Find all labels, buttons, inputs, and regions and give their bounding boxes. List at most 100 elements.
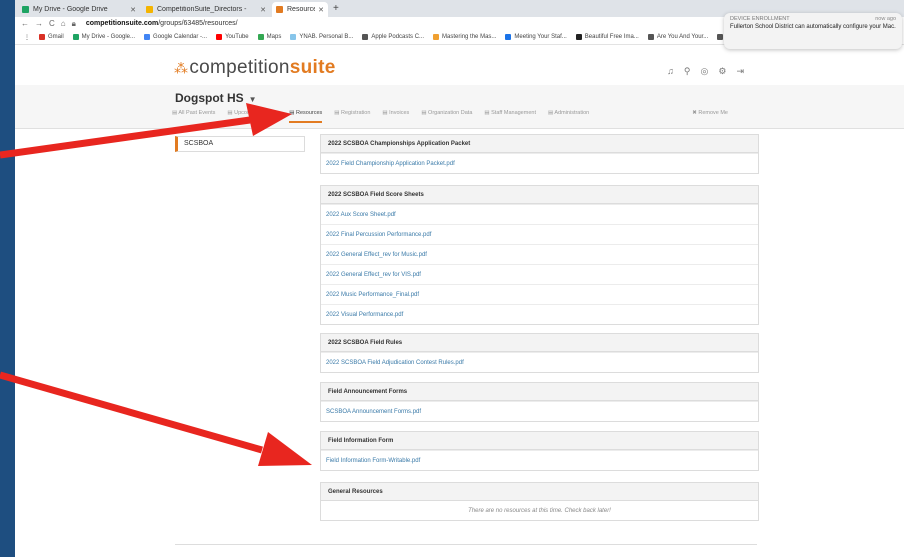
help-icon[interactable]: ◎: [701, 66, 719, 76]
bookmark-label: Maps: [266, 34, 282, 40]
bookmark-label: Beautiful Free Ima...: [584, 34, 639, 40]
bookmark-item[interactable]: Are You And Your...: [647, 34, 709, 40]
resource-link[interactable]: 2022 SCSBOA Field Adjudication Contest R…: [321, 352, 758, 372]
bookmark-item[interactable]: Beautiful Free Ima...: [575, 34, 639, 40]
logo-dots-icon: ⁂: [174, 60, 189, 76]
resource-section: General Resources There are no resources …: [320, 482, 759, 521]
resource-section: Field Announcement Forms SCSBOA Announcem…: [320, 382, 759, 422]
logo-text-bold: suite: [289, 57, 336, 78]
header-icons: ♫⚲◎⚙⇥: [667, 66, 754, 77]
resource-link[interactable]: 2022 Music Performance_Final.pdf: [321, 284, 758, 304]
notification-popup[interactable]: DEVICE ENROLLMENT now ago Fullerton Scho…: [724, 13, 902, 49]
resource-link[interactable]: 2022 Field Championship Application Pack…: [321, 153, 758, 173]
menu-item-label: Upcoming Events: [234, 110, 278, 116]
bookmark-item[interactable]: Gmail: [39, 34, 64, 40]
org-name: Dogspot HS: [175, 91, 244, 105]
resource-link[interactable]: SCSBOA Announcement Forms.pdf: [321, 401, 758, 421]
resource-link[interactable]: Field Information Form-Writable.pdf: [321, 450, 758, 470]
bookmark-icon: [505, 34, 512, 40]
logo-text: competition: [189, 57, 290, 78]
browser-tab-resources[interactable]: Resources - CompetitionSuite ✕: [272, 2, 328, 17]
notification-title: DEVICE ENROLLMENT: [730, 16, 790, 22]
menu-item-upcoming-events[interactable]: ▤ Upcoming Events: [227, 110, 277, 123]
drive-icon: [22, 6, 29, 13]
browser-window: My Drive - Google Drive ✕ CompetitionSui…: [15, 0, 904, 557]
menu-item-administration[interactable]: ▤ Administration: [548, 110, 589, 123]
gear-icon[interactable]: ⚙: [718, 66, 736, 76]
menu-item-staff-management[interactable]: ▤ Staff Management: [484, 110, 536, 123]
bookmark-item[interactable]: Meeting Your Staf...: [505, 34, 567, 40]
music-icon[interactable]: ♫: [667, 66, 684, 76]
bookmark-label: YNAB. Personal B...: [299, 34, 354, 40]
empty-message: There are no resources at this time. Che…: [468, 507, 611, 514]
apps-grid-icon[interactable]: ⋮: [24, 34, 30, 41]
bookmark-icon: [362, 34, 369, 40]
bookmark-item[interactable]: My Drive - Google...: [72, 34, 135, 40]
resource-link[interactable]: 2022 Aux Score Sheet.pdf: [321, 204, 758, 224]
org-selector[interactable]: Dogspot HS ▼: [175, 91, 257, 105]
bookmark-label: YouTube: [225, 34, 249, 40]
bookmark-icon: [290, 34, 297, 40]
close-icon[interactable]: ✕: [260, 6, 266, 14]
list-icon: ▤: [289, 110, 296, 116]
bookmark-item[interactable]: YNAB. Personal B...: [290, 34, 353, 40]
resource-link[interactable]: 2022 General Effect_rev for Music.pdf: [321, 244, 758, 264]
bookmark-item[interactable]: Apple Podcasts C...: [362, 34, 424, 40]
resource-link[interactable]: 2022 Visual Performance.pdf: [321, 304, 758, 324]
bookmark-icon: [257, 34, 264, 40]
section-title: 2022 SCSBOA Field Rules: [321, 334, 758, 352]
resource-section: 2022 SCSBOA Championships Application Pa…: [320, 134, 759, 174]
menu-item-resources[interactable]: ▤ Resources: [289, 110, 323, 123]
menu-item-invoices[interactable]: ▤ Invoices: [382, 110, 409, 123]
main-menu: ▤ All Past Events ▤ Upcoming Events ▤ Reso…: [172, 110, 589, 123]
bookmark-item[interactable]: Mastering the Mas...: [433, 34, 496, 40]
close-icon[interactable]: ✕: [318, 6, 324, 14]
competitionsuite-icon: [276, 6, 283, 13]
bookmark-item[interactable]: YouTube: [216, 34, 249, 40]
bookmark-icon: [717, 34, 724, 40]
bookmark-icon: [433, 34, 440, 40]
menu-item-all-past-events[interactable]: ▤ All Past Events: [172, 110, 215, 123]
resource-link[interactable]: 2022 General Effect_rev for VIS.pdf: [321, 264, 758, 284]
reminder-link[interactable]: ✖ Remove Me: [692, 110, 728, 116]
menu-item-registration[interactable]: ▤ Registration: [334, 110, 370, 123]
back-icon[interactable]: ←: [21, 19, 29, 28]
tab-label: My Drive - Google Drive: [33, 6, 108, 13]
bookmark-icon: [647, 34, 654, 40]
bookmark-item[interactable]: Google Calendar -...: [144, 34, 207, 40]
section-title: Field Announcement Forms: [321, 383, 758, 401]
menu-item-label: Invoices: [389, 110, 410, 116]
forward-icon[interactable]: →: [35, 19, 43, 28]
resource-section: Field Information Form Field Information …: [320, 431, 759, 471]
address-bar[interactable]: competitionsuite.com/groups/63485/resour…: [86, 20, 238, 27]
menu-item-organization-data[interactable]: ▤ Organization Data: [421, 110, 472, 123]
bookmark-item[interactable]: Maps: [257, 34, 282, 40]
bookmark-label: Are You And Your...: [656, 34, 709, 40]
notification-time: now ago: [875, 16, 896, 22]
resource-link[interactable]: 2022 Final Percussion Performance.pdf: [321, 224, 758, 244]
bookmark-label: Gmail: [48, 34, 64, 40]
url-domain: competitionsuite.com: [85, 20, 159, 27]
bookmark-icon: [72, 34, 79, 40]
logout-icon[interactable]: ⇥: [736, 66, 754, 76]
resource-section: 2022 SCSBOA Field Score Sheets 2022 Aux S…: [320, 185, 759, 325]
browser-tab-drive[interactable]: My Drive - Google Drive ✕: [18, 2, 140, 17]
bookmark-label: Google Calendar -...: [153, 34, 208, 40]
menu-item-label: All Past Events: [178, 110, 216, 116]
chevron-down-icon: ▼: [248, 95, 257, 104]
new-tab-icon[interactable]: +: [333, 3, 339, 14]
sidebar-item-scsboa[interactable]: SCSBOA: [175, 136, 305, 152]
close-icon[interactable]: ✕: [130, 6, 136, 14]
competitionsuite-logo[interactable]: ⁂competitionsuite: [174, 57, 336, 79]
bookmark-label: Apple Podcasts C...: [371, 34, 425, 40]
browser-tab-sheet[interactable]: CompetitionSuite_Directors - ✕: [142, 2, 270, 17]
reload-icon[interactable]: C: [49, 19, 55, 28]
home-icon[interactable]: ⌂: [61, 19, 66, 28]
resource-section: 2022 SCSBOA Field Rules 2022 SCSBOA Field…: [320, 333, 759, 373]
section-title: 2022 SCSBOA Field Score Sheets: [321, 186, 758, 204]
search-icon[interactable]: ⚲: [684, 66, 701, 76]
menu-item-label: Registration: [341, 110, 371, 116]
reminder-label: Remove Me: [698, 110, 728, 116]
bookmark-label: Meeting Your Staf...: [514, 34, 567, 40]
menu-item-label: Resources: [296, 110, 323, 116]
